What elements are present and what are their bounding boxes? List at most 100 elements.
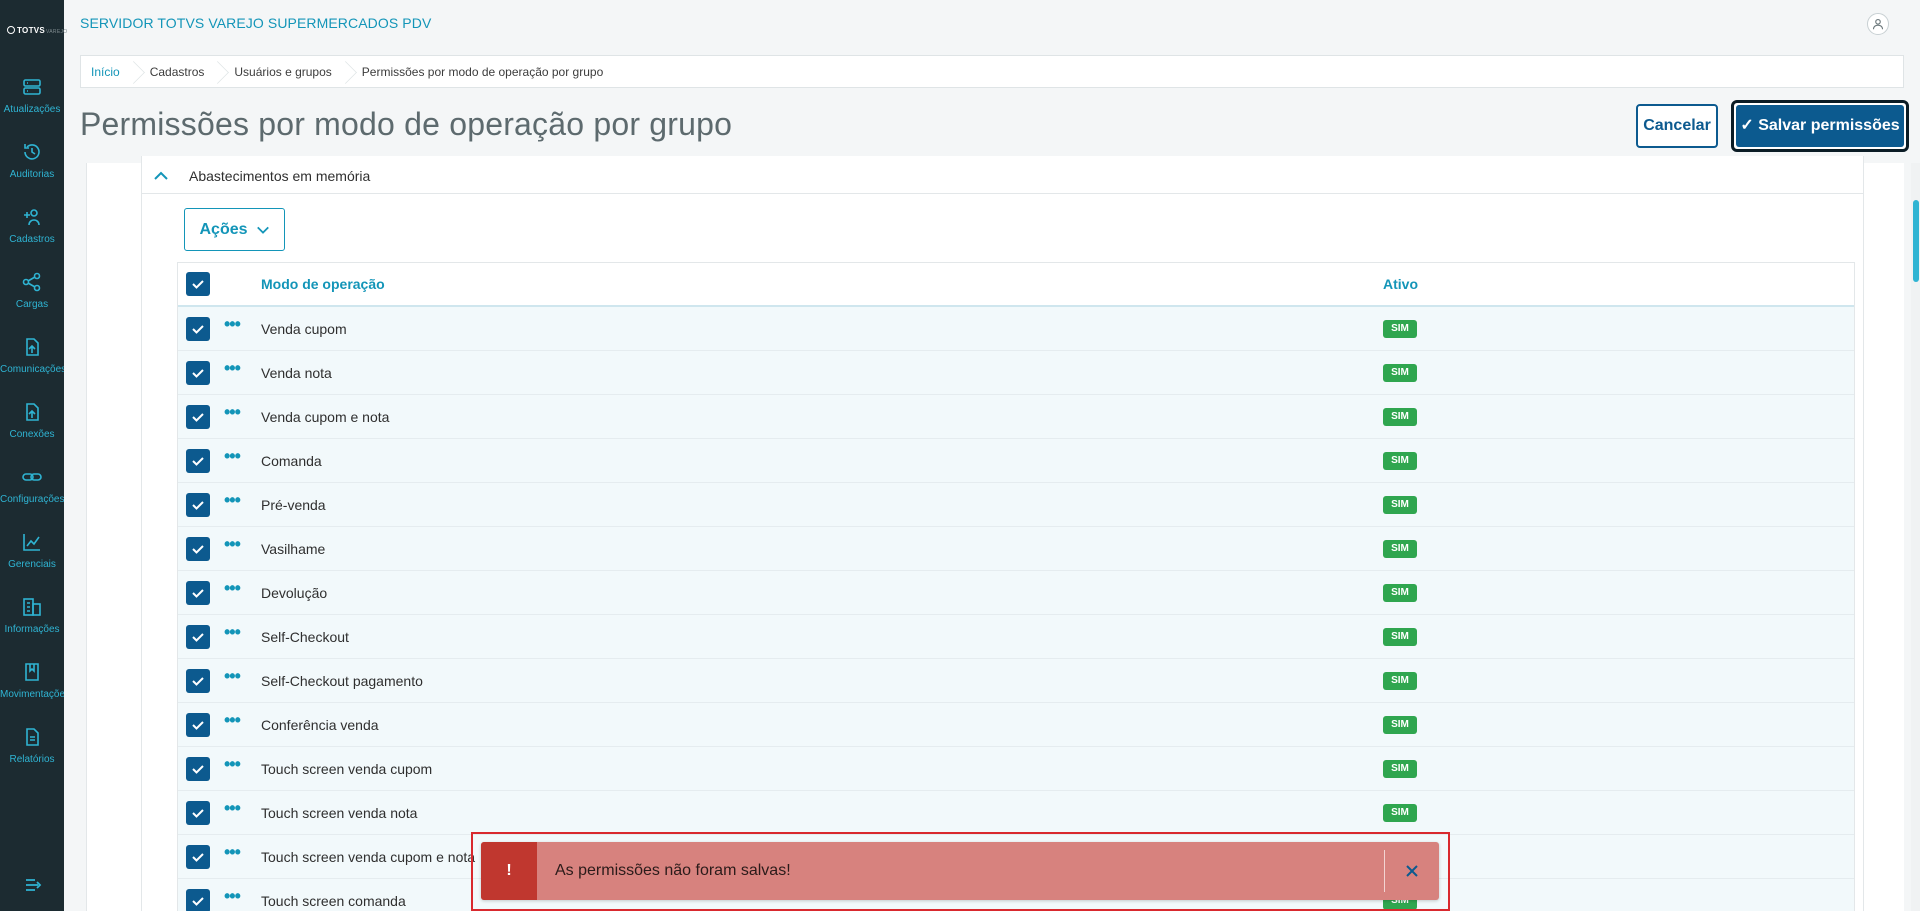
table-row[interactable]: ••• Devolução SIM bbox=[178, 571, 1854, 615]
scrollbar-thumb[interactable] bbox=[1913, 200, 1919, 282]
add-user-icon bbox=[24, 209, 40, 226]
row-checkbox[interactable] bbox=[186, 492, 210, 517]
column-header-active[interactable]: Ativo bbox=[1383, 276, 1418, 292]
table-row[interactable]: ••• Vasilhame SIM bbox=[178, 527, 1854, 571]
row-checkbox[interactable] bbox=[186, 888, 210, 911]
breadcrumb-usuarios-grupos[interactable]: Usuários e grupos bbox=[218, 56, 345, 87]
sidebar-item-11[interactable]: Relatórios bbox=[0, 726, 64, 786]
row-checkbox[interactable] bbox=[186, 844, 210, 869]
more-options-icon[interactable]: ••• bbox=[224, 798, 241, 819]
sidebar-item-label: Relatórios bbox=[9, 754, 55, 765]
more-options-icon[interactable]: ••• bbox=[224, 314, 241, 335]
select-all-checkbox[interactable] bbox=[186, 272, 210, 296]
collapse-menu-icon[interactable] bbox=[23, 875, 43, 895]
row-checkbox[interactable] bbox=[186, 580, 210, 605]
sidebar-item-label: Movimentações bbox=[0, 689, 64, 700]
table-row[interactable]: ••• Self-Checkout SIM bbox=[178, 615, 1854, 659]
sidebar-item-label: Configurações bbox=[0, 494, 64, 505]
totvs-logo[interactable]: TOTVSVAREJO bbox=[7, 26, 67, 35]
sidebar-item-9[interactable]: Informações bbox=[0, 596, 64, 656]
more-options-icon[interactable]: ••• bbox=[224, 534, 241, 555]
table-row[interactable]: ••• Comanda SIM bbox=[178, 439, 1854, 483]
actions-dropdown-button[interactable]: Ações bbox=[184, 208, 285, 251]
row-checkbox[interactable] bbox=[186, 712, 210, 737]
row-checkbox[interactable] bbox=[186, 536, 210, 561]
building-icon bbox=[23, 598, 41, 616]
column-header-mode[interactable]: Modo de operação bbox=[261, 276, 385, 292]
active-badge: SIM bbox=[1383, 803, 1417, 822]
sidebar-item-label: Cargas bbox=[15, 299, 49, 310]
check-icon bbox=[192, 368, 204, 378]
operation-mode-name: Touch screen venda cupom bbox=[261, 760, 433, 777]
sidebar-item-10[interactable]: Movimentações bbox=[0, 661, 64, 721]
table-header: Modo de operação Ativo bbox=[178, 263, 1854, 307]
sidebar-item-2[interactable]: Auditorias bbox=[0, 141, 64, 201]
more-options-icon[interactable]: ••• bbox=[224, 446, 241, 467]
row-checkbox[interactable] bbox=[186, 756, 210, 781]
table-row[interactable]: ••• Touch screen venda cupom SIM bbox=[178, 747, 1854, 791]
toast-close-button[interactable] bbox=[1385, 842, 1439, 900]
accordion-title: Abastecimentos em memória bbox=[189, 167, 371, 184]
accordion-header[interactable]: Abastecimentos em memória bbox=[141, 158, 1864, 194]
page-title: Permissões por modo de operação por grup… bbox=[80, 106, 733, 142]
more-options-icon[interactable]: ••• bbox=[224, 710, 241, 731]
sidebar-item-4[interactable]: Cargas bbox=[0, 271, 64, 331]
operation-mode-name: Touch screen comanda bbox=[261, 892, 406, 909]
operation-mode-name: Venda cupom bbox=[261, 320, 347, 337]
more-options-icon[interactable]: ••• bbox=[224, 842, 241, 863]
sidebar-item-6[interactable]: Conexões bbox=[0, 401, 64, 461]
row-checkbox[interactable] bbox=[186, 316, 210, 341]
row-checkbox[interactable] bbox=[186, 448, 210, 473]
history-icon bbox=[24, 144, 40, 160]
table-row[interactable]: ••• Venda cupom e nota SIM bbox=[178, 395, 1854, 439]
more-options-icon[interactable]: ••• bbox=[224, 358, 241, 379]
row-checkbox[interactable] bbox=[186, 668, 210, 693]
more-options-icon[interactable]: ••• bbox=[224, 622, 241, 643]
more-options-icon[interactable]: ••• bbox=[224, 578, 241, 599]
more-options-icon[interactable]: ••• bbox=[224, 754, 241, 775]
sidebar-item-1[interactable]: Atualizações bbox=[0, 76, 64, 136]
table-row[interactable]: ••• Venda nota SIM bbox=[178, 351, 1854, 395]
check-icon bbox=[192, 280, 204, 289]
more-options-icon[interactable]: ••• bbox=[224, 490, 241, 511]
sidebar-item-5[interactable]: Comunicações bbox=[0, 336, 64, 396]
row-checkbox[interactable] bbox=[186, 404, 210, 429]
operation-mode-name: Pré-venda bbox=[261, 496, 326, 513]
more-options-icon[interactable]: ••• bbox=[224, 886, 241, 907]
check-icon bbox=[192, 324, 204, 334]
table-row[interactable]: ••• Touch screen venda nota SIM bbox=[178, 791, 1854, 835]
breadcrumb-inicio[interactable]: Início bbox=[81, 56, 134, 87]
breadcrumb-cadastros[interactable]: Cadastros bbox=[134, 56, 219, 87]
table-row[interactable]: ••• Self-Checkout pagamento SIM bbox=[178, 659, 1854, 703]
sidebar-item-8[interactable]: Gerenciais bbox=[0, 531, 64, 591]
more-options-icon[interactable]: ••• bbox=[224, 666, 241, 687]
row-checkbox[interactable] bbox=[186, 360, 210, 385]
active-badge: SIM bbox=[1383, 715, 1417, 734]
check-icon: ✓ bbox=[1740, 117, 1759, 134]
table-row[interactable]: ••• Conferência venda SIM bbox=[178, 703, 1854, 747]
sidebar-item-label: Comunicações bbox=[0, 364, 64, 375]
app-title: SERVIDOR TOTVS VAREJO SUPERMERCADOS PDV bbox=[80, 15, 432, 31]
save-permissions-button[interactable]: ✓ Salvar permissões bbox=[1731, 100, 1909, 152]
active-badge: SIM bbox=[1383, 759, 1417, 778]
table-row[interactable]: ••• Venda cupom SIM bbox=[178, 307, 1854, 351]
sidebar-item-3[interactable]: Cadastros bbox=[0, 206, 64, 266]
table-row[interactable]: ••• Pré-venda SIM bbox=[178, 483, 1854, 527]
row-checkbox[interactable] bbox=[186, 800, 210, 825]
operation-mode-name: Vasilhame bbox=[261, 540, 326, 557]
logo-ring-icon bbox=[7, 26, 15, 34]
cancel-button[interactable]: Cancelar bbox=[1636, 104, 1718, 148]
active-badge: SIM bbox=[1383, 319, 1417, 338]
check-icon bbox=[192, 456, 204, 466]
user-profile-icon[interactable] bbox=[1867, 13, 1889, 35]
operation-mode-name: Venda nota bbox=[261, 364, 332, 381]
active-badge: SIM bbox=[1383, 627, 1417, 646]
sidebar-item-7[interactable]: Configurações bbox=[0, 466, 64, 526]
more-options-icon[interactable]: ••• bbox=[224, 402, 241, 423]
row-checkbox[interactable] bbox=[186, 624, 210, 649]
logo-text: TOTVS bbox=[17, 26, 46, 35]
breadcrumb-current: Permissões por modo de operação por grup… bbox=[361, 64, 604, 79]
active-badge: SIM bbox=[1383, 671, 1417, 690]
permissions-table: Modo de operação Ativo ••• Venda cupom SIM… bbox=[177, 262, 1855, 911]
active-badge: SIM bbox=[1383, 451, 1417, 470]
